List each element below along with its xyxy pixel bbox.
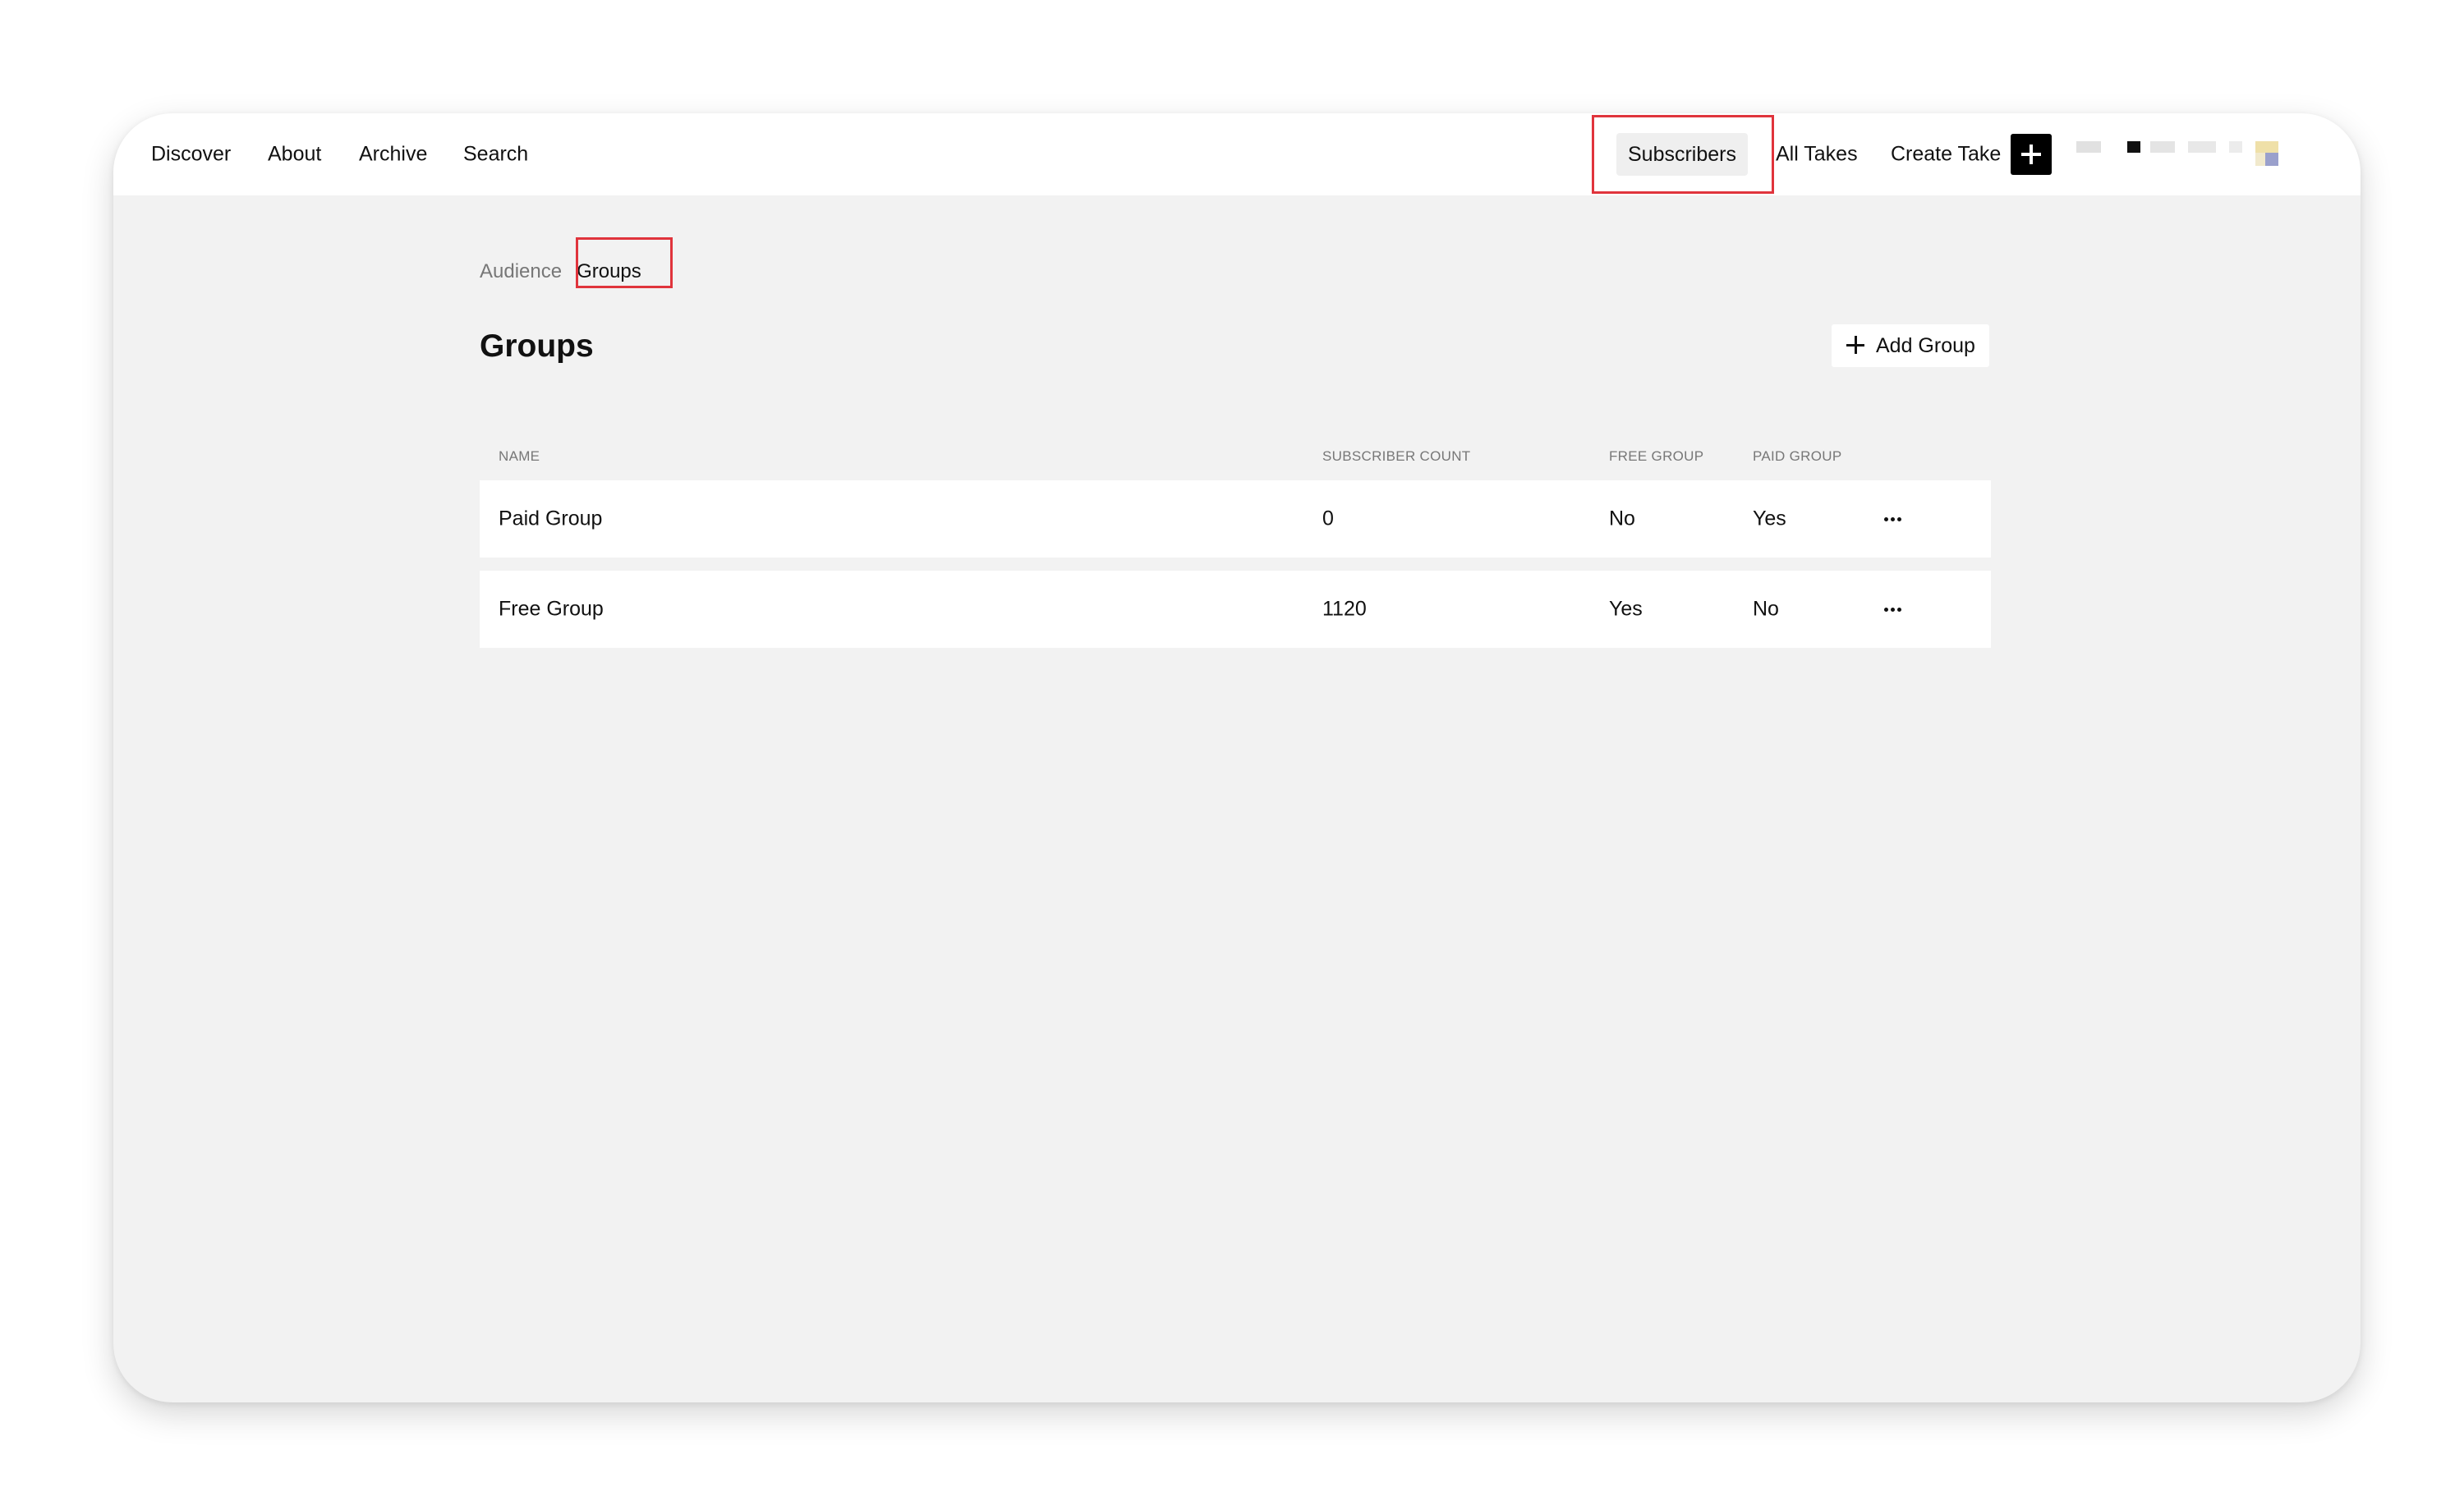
- breadcrumb-groups[interactable]: Groups: [577, 260, 641, 282]
- breadcrumb: Audience Groups: [480, 260, 641, 283]
- cell-free-group: Yes: [1609, 597, 1643, 621]
- add-group-button[interactable]: Add Group: [1832, 324, 1989, 367]
- nav-all-takes[interactable]: All Takes: [1776, 143, 1858, 167]
- nav-subscribers[interactable]: Subscribers: [1616, 133, 1748, 176]
- create-take-plus-icon[interactable]: [2011, 134, 2052, 175]
- nav-discover[interactable]: Discover: [151, 143, 231, 167]
- cell-subscriber-count: 1120: [1322, 597, 1367, 621]
- table-row[interactable]: Paid Group 0 No Yes: [480, 480, 1991, 558]
- column-header-free-group: FREE GROUP: [1609, 448, 1704, 464]
- top-navigation: Discover About Archive Search Subscriber…: [113, 113, 2361, 195]
- breadcrumb-audience[interactable]: Audience: [480, 260, 562, 282]
- cell-subscriber-count: 0: [1322, 507, 1334, 530]
- column-header-paid-group: PAID GROUP: [1753, 448, 1842, 464]
- cell-name: Paid Group: [499, 507, 603, 530]
- nav-create-take[interactable]: Create Take: [1891, 143, 2001, 167]
- more-horizontal-icon[interactable]: [1884, 517, 1904, 522]
- add-group-label: Add Group: [1876, 334, 1975, 357]
- avatar[interactable]: [2076, 138, 2290, 176]
- cell-free-group: No: [1609, 507, 1635, 530]
- table-row[interactable]: Free Group 1120 Yes No: [480, 571, 1991, 648]
- nav-archive[interactable]: Archive: [359, 143, 427, 167]
- plus-icon: [1846, 336, 1864, 354]
- more-horizontal-icon[interactable]: [1884, 608, 1904, 613]
- nav-about[interactable]: About: [268, 143, 321, 167]
- app-window: Discover About Archive Search Subscriber…: [113, 113, 2361, 1402]
- cell-paid-group: Yes: [1753, 507, 1786, 530]
- column-header-subscriber-count: SUBSCRIBER COUNT: [1322, 448, 1471, 464]
- page-title: Groups: [480, 328, 594, 364]
- cell-paid-group: No: [1753, 597, 1779, 621]
- column-header-name: NAME: [499, 448, 540, 464]
- cell-name: Free Group: [499, 597, 604, 621]
- nav-search[interactable]: Search: [463, 143, 528, 167]
